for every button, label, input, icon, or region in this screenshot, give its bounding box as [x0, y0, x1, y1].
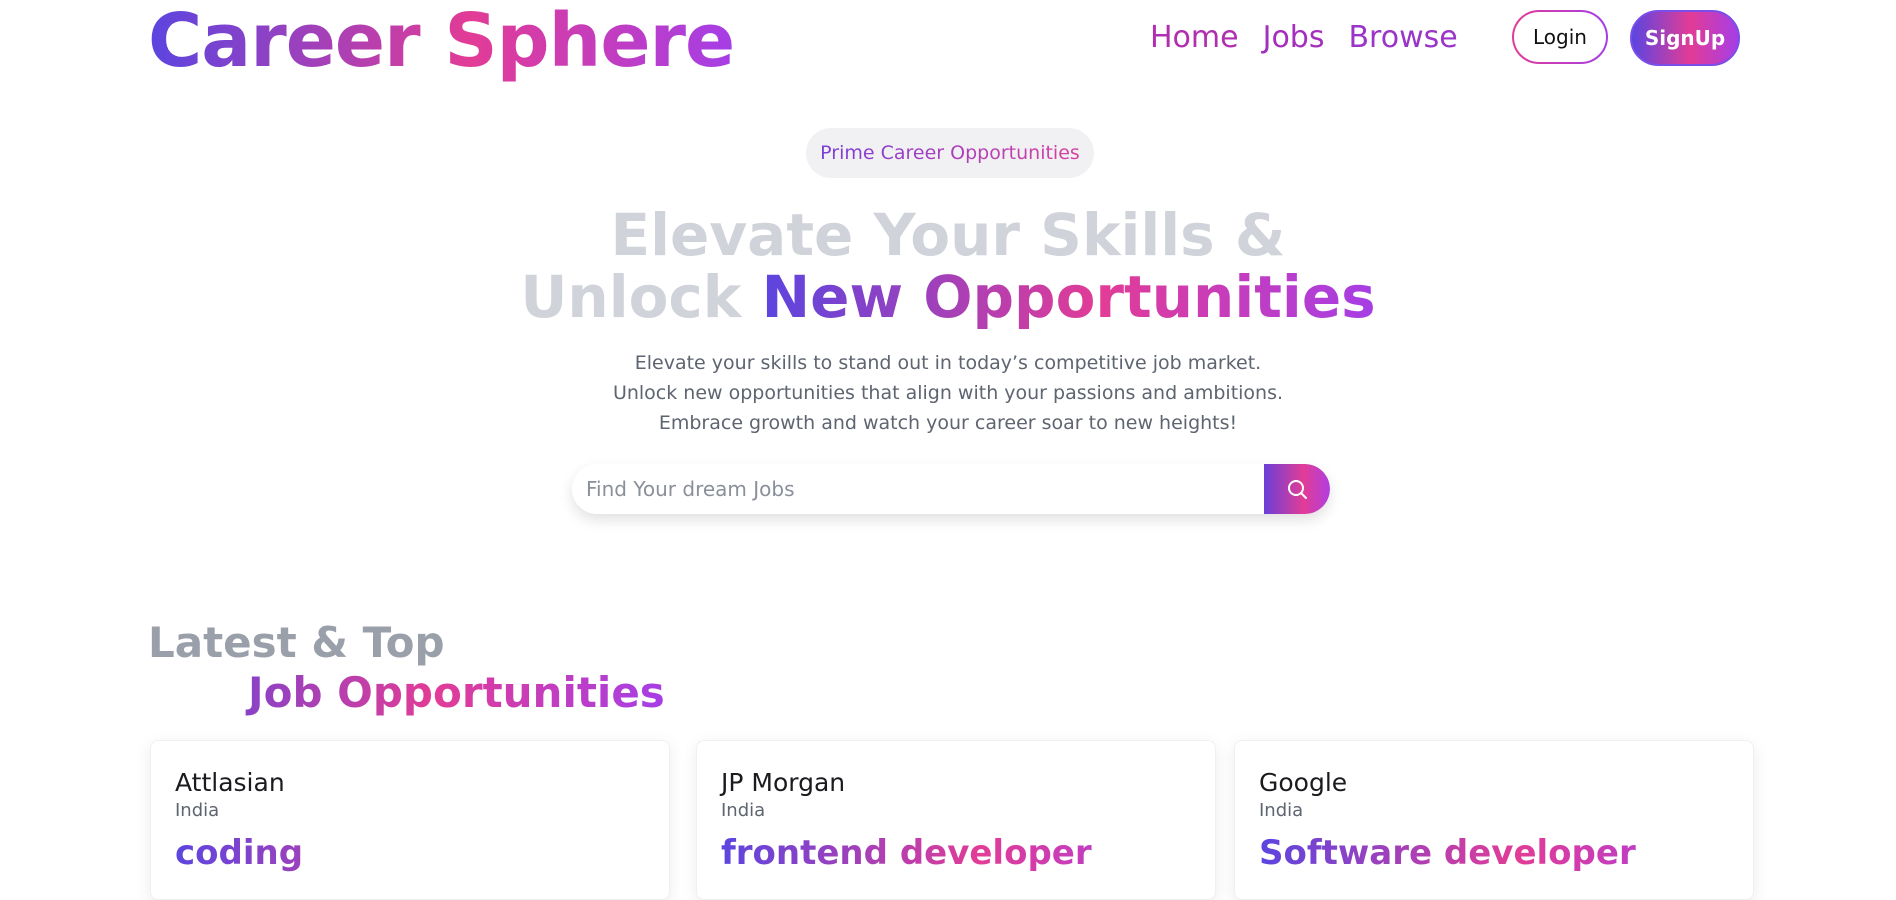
site-header: Career Sphere Home Jobs Browse Login Sig…: [0, 0, 1896, 84]
hero-subtitle-line: Unlock new opportunities that align with…: [612, 382, 1284, 404]
hero-subtitle: Elevate your skills to stand out in toda…: [448, 348, 1448, 438]
hero-subtitle-line: Embrace growth and watch your career soa…: [658, 412, 1238, 434]
signup-button[interactable]: SignUp: [1630, 10, 1740, 66]
job-card-location: India: [1259, 800, 1304, 821]
nav-item-jobs[interactable]: Jobs: [1263, 18, 1325, 58]
hero-title-line2-plain: Unlock: [520, 263, 762, 331]
job-card-company: JP Morgan: [721, 768, 846, 797]
hero-title-highlight: New Opportunities: [761, 263, 1376, 331]
hero-title: Elevate Your Skills & Unlock New Opportu…: [448, 204, 1448, 328]
brand-logo[interactable]: Career Sphere: [148, 0, 735, 86]
job-card[interactable]: Attlasian India coding: [150, 740, 670, 900]
job-card-company: Google: [1259, 768, 1348, 797]
main-nav: Home Jobs Browse: [1150, 18, 1458, 58]
job-card[interactable]: Google India Software developer: [1234, 740, 1754, 900]
latest-heading-line2: Job Opportunities: [148, 668, 665, 718]
job-card[interactable]: JP Morgan India frontend developer: [696, 740, 1216, 900]
job-card-role: Software developer: [1259, 831, 1729, 875]
search-icon: [1288, 480, 1307, 499]
nav-item-home[interactable]: Home: [1150, 18, 1239, 58]
search-bar: [572, 464, 1330, 514]
job-card-location: India: [175, 800, 220, 821]
latest-jobs-heading: Latest & Top Job Opportunities: [148, 618, 665, 718]
login-button[interactable]: Login: [1512, 10, 1608, 64]
job-card-role: frontend developer: [721, 831, 1191, 875]
job-card-list: Attlasian India coding JP Morgan India f…: [150, 740, 1754, 900]
search-input[interactable]: [572, 464, 1264, 514]
nav-item-browse[interactable]: Browse: [1348, 18, 1457, 58]
job-card-location: India: [721, 800, 766, 821]
search-button[interactable]: [1264, 464, 1330, 514]
job-card-company: Attlasian: [175, 768, 285, 797]
hero-subtitle-line: Elevate your skills to stand out in toda…: [634, 352, 1262, 374]
latest-heading-line1: Latest & Top: [148, 618, 445, 667]
hero-title-line1: Elevate Your Skills &: [610, 201, 1286, 269]
hero-badge-label: Prime Career Opportunities: [820, 142, 1080, 164]
hero-badge: Prime Career Opportunities: [806, 128, 1094, 178]
job-card-role: coding: [175, 831, 645, 875]
